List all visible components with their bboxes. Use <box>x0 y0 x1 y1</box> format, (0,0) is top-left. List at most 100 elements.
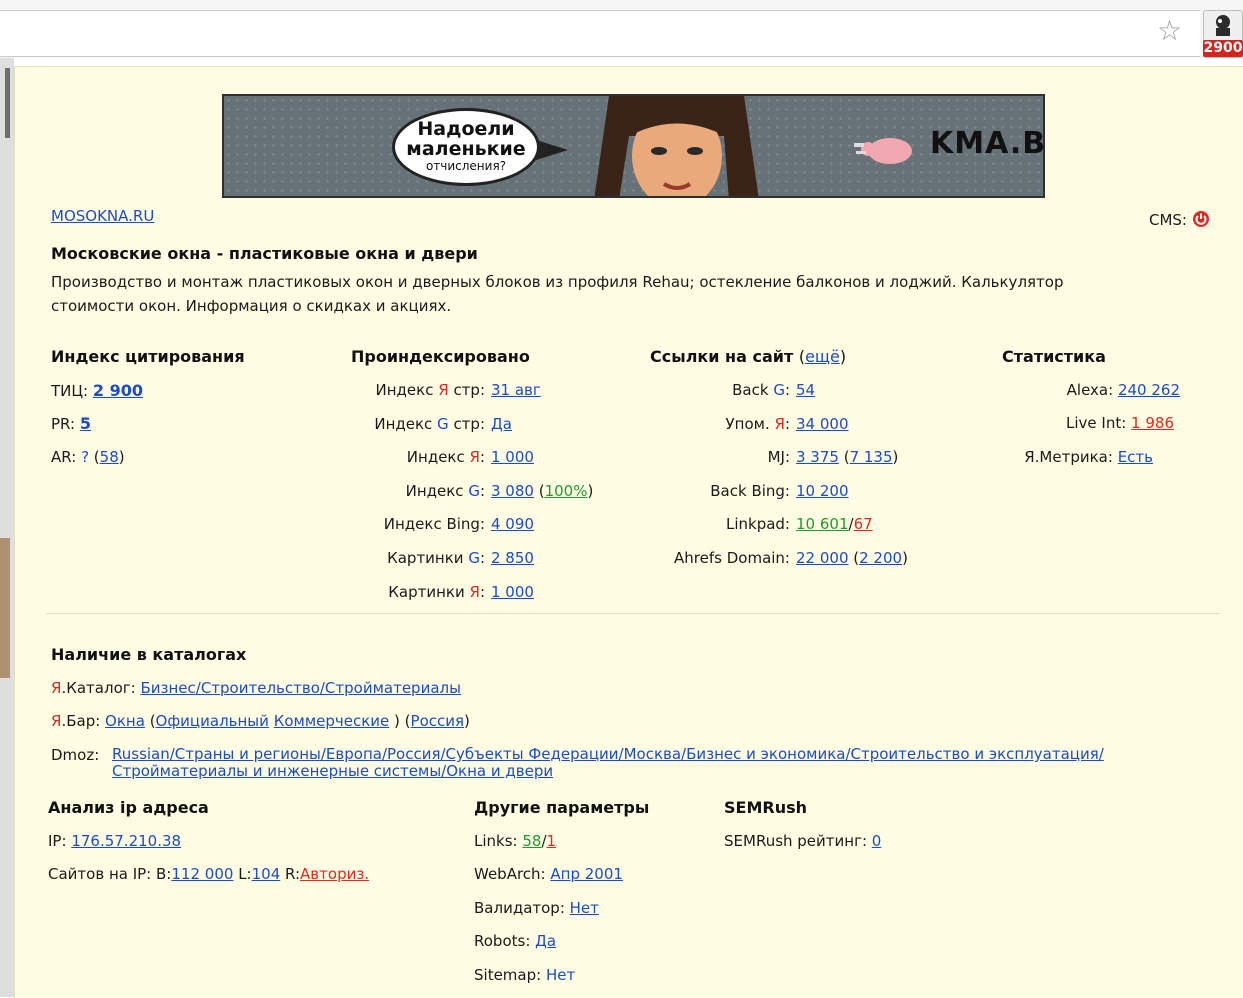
banner-text-3: отчисления? <box>425 159 507 173</box>
stats-header: Статистика <box>1002 347 1106 366</box>
pr-value[interactable]: 5 <box>80 414 91 433</box>
ya-bar-commercial-link[interactable]: Коммерческие <box>274 712 390 730</box>
robots-value[interactable]: Да <box>535 932 556 950</box>
links-value[interactable]: 3 375 <box>796 448 839 466</box>
dmoz-link-line-1[interactable]: Russian/Страны и регионы/Европа/Россия/С… <box>112 746 1104 762</box>
label-prefix: Индекс <box>374 414 438 433</box>
label-prefix: Упом. <box>725 414 775 433</box>
ip-b-value[interactable]: 112 000 <box>171 865 233 883</box>
bookmark-star-icon[interactable]: ☆ <box>1157 16 1182 46</box>
banner-woman-illustration <box>594 96 759 196</box>
links-param-value-2[interactable]: 1 <box>547 832 557 850</box>
ip-r-value[interactable]: Авториз. <box>300 865 369 883</box>
ar-extra[interactable]: 58 <box>100 448 119 466</box>
links-value[interactable]: 22 000 <box>796 549 849 567</box>
links-value[interactable]: 34 000 <box>796 415 849 433</box>
address-bar[interactable] <box>0 10 1200 57</box>
ya-bar-link[interactable]: Окна <box>105 712 145 730</box>
indexed-value-group: Да <box>491 415 512 433</box>
semrush-value[interactable]: 0 <box>872 832 882 850</box>
indexed-value[interactable]: 2 850 <box>491 549 534 567</box>
pr-row: PR: 5 <box>51 414 91 433</box>
webarch-value[interactable]: Апр 2001 <box>550 865 623 883</box>
tic-value[interactable]: 2 900 <box>93 381 143 400</box>
links-value[interactable]: 10 200 <box>796 482 849 500</box>
metrika-value[interactable]: Есть <box>1118 448 1153 466</box>
indexed-label: Индекс Я стр: <box>376 381 485 399</box>
links-header: Ссылки на сайт (ещё) <box>650 347 847 366</box>
ad-banner[interactable]: Надоели маленькие отчисления? KMA.BIZ <box>222 94 1045 198</box>
banner-text-2: маленькие <box>406 138 526 160</box>
ip-l-value[interactable]: 104 <box>252 865 281 883</box>
validator-value[interactable]: Нет <box>570 899 599 917</box>
liveint-row: Live Int: 1 986 <box>1066 414 1174 432</box>
site-domain-link[interactable]: MOSOKNA.RU <box>51 207 154 225</box>
links-label: Back G: <box>732 381 790 399</box>
links-value[interactable]: 10 601 <box>796 515 849 533</box>
label-prefix: Ahrefs Domain: <box>674 549 790 567</box>
links-value-group: 10 601/67 <box>796 515 873 534</box>
extension-badge: 2900 <box>1203 40 1243 57</box>
indexed-value[interactable]: Да <box>491 415 512 433</box>
indexed-value[interactable]: 1 000 <box>491 583 534 601</box>
ya-catalog-link[interactable]: Бизнес/Строительство/Стройматериалы <box>140 679 461 697</box>
indexed-extra-value[interactable]: 100% <box>545 482 588 500</box>
indexed-value-group: 1 000 <box>491 448 534 466</box>
links-value-group: 22 000 (2 200) <box>796 549 908 567</box>
alexa-row: Alexa: 240 262 <box>1066 381 1180 399</box>
semrush-header: SEMRush <box>724 798 807 817</box>
links-label: Ahrefs Domain: <box>674 549 790 567</box>
indexed-label: Индекс G: <box>406 482 485 500</box>
site-description-line-2: стоимости окон. Информация о скидках и а… <box>51 297 452 315</box>
links-value-group: 34 000 <box>796 415 849 433</box>
power-icon[interactable] <box>1192 210 1210 228</box>
links-extra-value[interactable]: 7 135 <box>850 448 893 466</box>
engine-mark: G <box>468 481 480 500</box>
links-extra-value[interactable]: 2 200 <box>859 549 902 567</box>
label-prefix: Back Bing: <box>710 481 790 500</box>
links-label: Linkpad: <box>726 515 790 533</box>
links-param-row: Links: 58/1 <box>474 832 557 850</box>
metrika-row: Я.Метрика: Есть <box>1024 448 1153 466</box>
indexed-label: Индекс Я: <box>407 448 485 466</box>
links-param-value[interactable]: 58 <box>522 832 541 850</box>
page-background-edge <box>0 58 14 997</box>
label-suffix: стр: <box>448 381 485 399</box>
citation-header: Индекс цитирования <box>51 347 245 366</box>
ya-bar-region-link[interactable]: Россия <box>411 712 465 730</box>
links-value-2[interactable]: 67 <box>854 515 873 533</box>
label-prefix: Back <box>732 381 774 399</box>
dmoz-link-line-2[interactable]: Стройматериалы и инженерные системы/Окна… <box>112 763 553 779</box>
webarch-row: WebArch: Апр 2001 <box>474 865 623 883</box>
links-label: Back Bing: <box>710 482 790 500</box>
indexed-label: Картинки G: <box>387 549 485 567</box>
label-suffix: : <box>479 481 485 500</box>
indexed-value[interactable]: 1 000 <box>491 448 534 466</box>
indexed-label: Индекс G стр: <box>374 415 485 433</box>
site-title: Московские окна - пластиковые окна и две… <box>51 244 478 263</box>
banner-brand: KMA.BIZ <box>930 126 1045 161</box>
links-value[interactable]: 54 <box>796 381 815 399</box>
cms-label: CMS: <box>1149 211 1187 229</box>
ar-value[interactable]: ? <box>81 448 89 466</box>
seo-popup: Надоели маленькие отчисления? KMA.BIZ MO… <box>14 66 1243 998</box>
indexed-value[interactable]: 4 090 <box>491 515 534 533</box>
indexed-value[interactable]: 3 080 <box>491 482 534 500</box>
ya-bar-official-link[interactable]: Официальный <box>156 712 269 730</box>
ip-value[interactable]: 176.57.210.38 <box>71 832 181 850</box>
liveint-value[interactable]: 1 986 <box>1131 414 1174 432</box>
label-suffix: : <box>479 582 485 601</box>
alexa-value[interactable]: 240 262 <box>1118 381 1180 399</box>
indexed-value-group: 2 850 <box>491 549 534 567</box>
label-suffix: : <box>479 448 485 467</box>
sitemap-row: Sitemap: Нет <box>474 966 576 984</box>
links-label: MJ: <box>768 448 790 466</box>
sitemap-value[interactable]: Нет <box>546 966 575 984</box>
banner-text-1: Надоели <box>417 118 515 140</box>
label-suffix: : <box>784 381 790 399</box>
indexed-label: Картинки Я: <box>388 583 485 601</box>
indexed-value[interactable]: 31 авг <box>491 381 541 399</box>
engine-mark: G <box>468 549 480 567</box>
links-more-link[interactable]: ещё <box>805 347 840 366</box>
label-prefix: Картинки <box>388 582 470 601</box>
